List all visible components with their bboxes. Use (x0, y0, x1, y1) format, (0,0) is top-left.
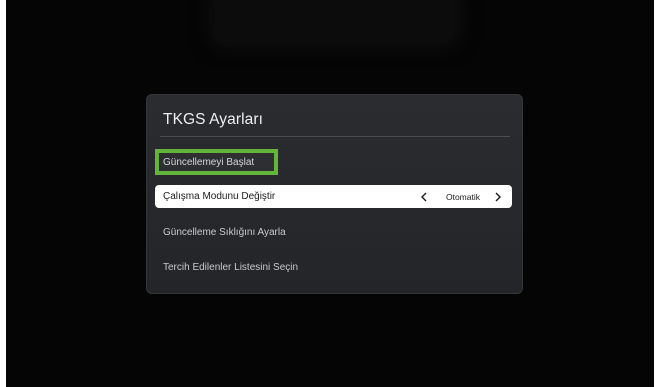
preferred-list-label: Tercih Edilenler Listesini Seçin (163, 261, 299, 273)
background-panel (215, 0, 455, 42)
dialog-title: TKGS Ayarları (163, 111, 264, 128)
chevron-left-icon[interactable] (418, 191, 430, 203)
update-frequency-item[interactable]: Güncelleme Sıklığını Ayarla (155, 220, 512, 244)
start-update-label: Güncellemeyi Başlat (163, 156, 255, 168)
mode-selector: Otomatik (418, 191, 504, 203)
tv-screen: TKGS Ayarları Güncellemeyi Başlat Çalışm… (6, 0, 654, 387)
change-mode-label: Çalışma Modunu Değiştir (163, 191, 276, 202)
mode-value: Otomatik (445, 191, 480, 202)
preferred-list-item[interactable]: Tercih Edilenler Listesini Seçin (155, 255, 512, 279)
title-divider (160, 136, 510, 137)
tkgs-settings-dialog: TKGS Ayarları Güncellemeyi Başlat Çalışm… (146, 94, 523, 294)
start-update-item[interactable]: Güncellemeyi Başlat (155, 149, 278, 175)
chevron-right-icon[interactable] (492, 191, 504, 203)
update-frequency-label: Güncelleme Sıklığını Ayarla (163, 226, 286, 238)
change-mode-item[interactable]: Çalışma Modunu Değiştir Otomatik (155, 185, 512, 208)
